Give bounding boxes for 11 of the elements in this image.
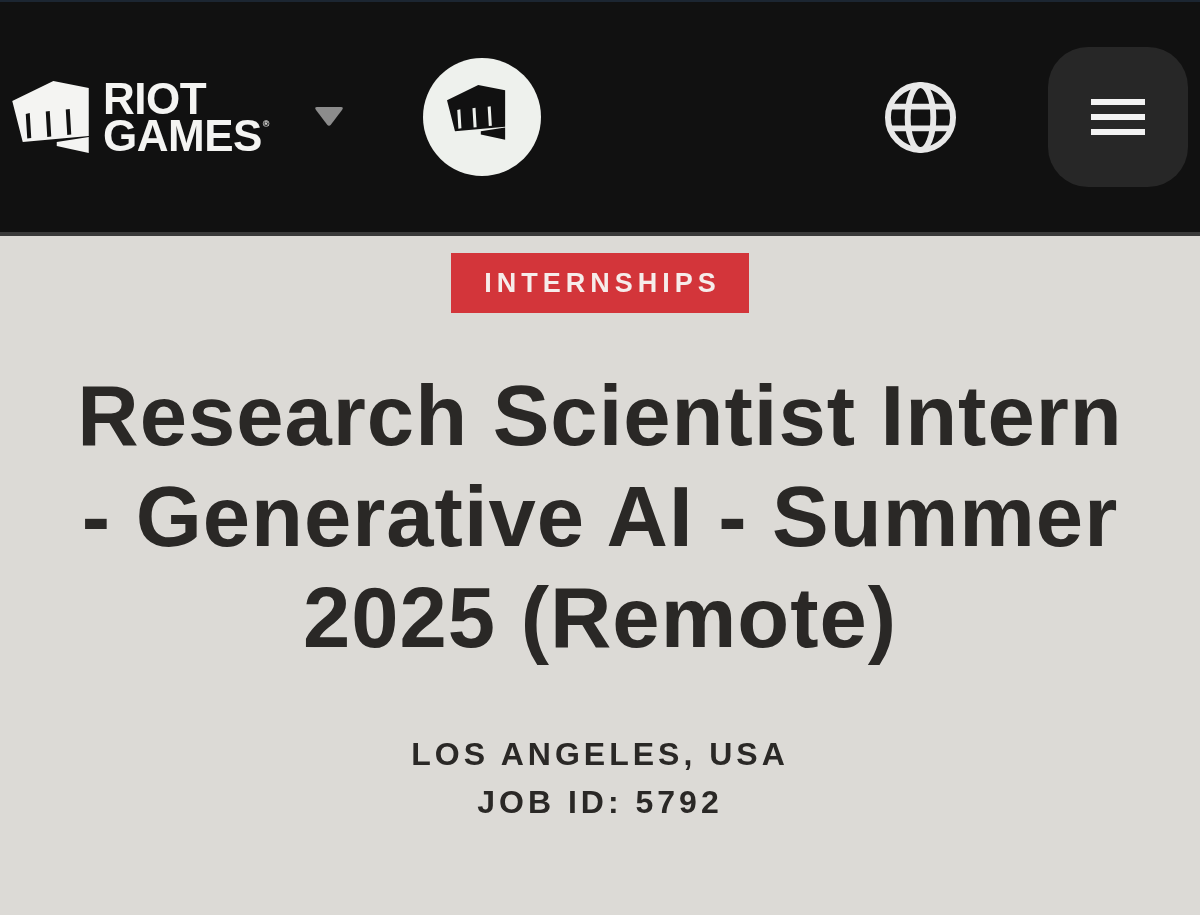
menu-button[interactable]	[1048, 47, 1188, 187]
menu-icon	[1091, 99, 1145, 135]
job-title: Research Scientist Intern - Generative AI - Summer 2025 (Remote)	[76, 367, 1124, 667]
globe-icon[interactable]	[885, 81, 956, 153]
job-location: LOS ANGELES, USA	[411, 735, 789, 774]
job-id: JOB ID: 5792	[477, 783, 723, 822]
category-tag: INTERNSHIPS	[451, 253, 749, 313]
fist-badge-icon[interactable]	[422, 58, 541, 176]
caret-icon[interactable]	[313, 107, 344, 127]
fist-logo-icon[interactable]	[12, 81, 89, 153]
logo-wordmark[interactable]: RIOT GAMES$^{®}$	[103, 80, 270, 154]
